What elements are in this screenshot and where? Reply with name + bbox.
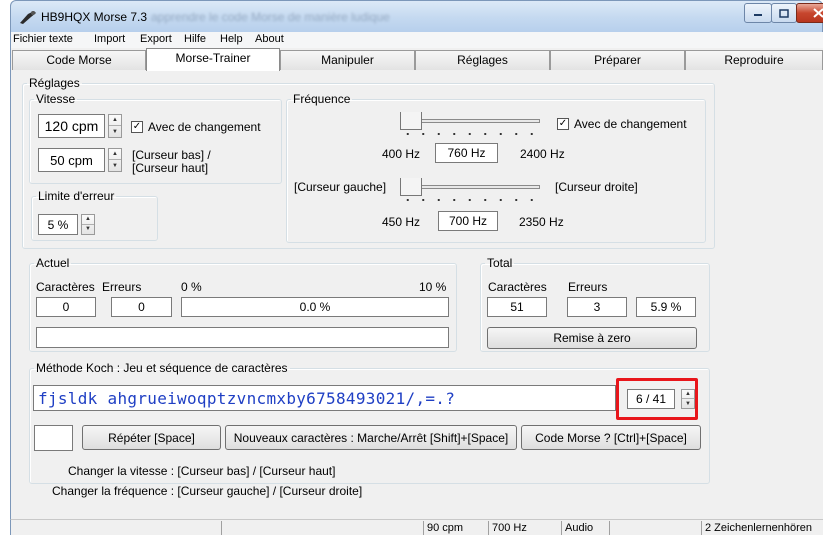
close-icon: [812, 8, 823, 18]
error-limit-input[interactable]: 5 %: [38, 214, 78, 235]
close-button[interactable]: [796, 3, 823, 23]
frequence-title: Fréquence: [293, 92, 351, 106]
status-cpm: 90 cpm: [423, 521, 488, 535]
actuel-erreurs-label: Erreurs: [102, 280, 142, 294]
freq2-value: 700 Hz: [438, 211, 498, 231]
actuel-input-line[interactable]: [36, 327, 449, 348]
tab-code-morse[interactable]: Code Morse: [12, 50, 146, 70]
speed-hint-line1: [Curseur bas] /: [132, 148, 211, 162]
cursor-left-label: [Curseur gauche]: [294, 180, 387, 194]
highlight-box: [616, 378, 698, 420]
freq-change-label: Avec de changement: [574, 117, 687, 131]
tab-reproduire[interactable]: Reproduire: [685, 50, 823, 70]
spin-down-icon[interactable]: ▼: [109, 126, 121, 137]
actuel-caracteres-label: Caractères: [36, 280, 95, 294]
spin-up-icon[interactable]: ▲: [82, 215, 94, 225]
total-caracteres-value: 51: [487, 297, 547, 317]
status-audio: Audio: [561, 521, 609, 535]
repeat-button[interactable]: Répéter [Space]: [82, 425, 221, 450]
actuel-erreurs-value: 0: [111, 297, 172, 317]
speed-spinner[interactable]: ▲ ▼: [108, 114, 122, 138]
vitesse-title: Vitesse: [36, 92, 76, 106]
error-limit-spinner[interactable]: ▲ ▼: [81, 214, 95, 235]
koch-sequence-field[interactable]: fjsldk ahgrueiwoqptzvncmxby6758493021/,=…: [33, 385, 616, 411]
menu-help[interactable]: Help: [220, 33, 243, 45]
actuel-pct-min: 0 %: [181, 280, 202, 294]
freq-change-hint: Changer la fréquence : [Curseur gauche] …: [52, 484, 363, 498]
morse-key-icon: [20, 11, 36, 24]
status-cell-empty: [221, 521, 421, 535]
total-title: Total: [487, 256, 513, 270]
window-ghost-title: apprendre le code Morse de manière ludiq…: [151, 10, 390, 24]
freq1-min-label: 400 Hz: [382, 147, 421, 161]
koch-title: Méthode Koch : Jeu et séquence de caract…: [36, 361, 288, 375]
menu-fichier-texte[interactable]: Fichier texte: [13, 33, 73, 45]
freq2-min-label: 450 Hz: [382, 215, 421, 229]
frequency-slider-thumb[interactable]: [400, 112, 422, 130]
spin-up-icon[interactable]: ▲: [109, 115, 121, 126]
speed-change-checkbox[interactable]: ✓: [131, 121, 143, 133]
new-chars-button[interactable]: Nouveaux caractères : Marche/Arrêt [Shif…: [225, 425, 517, 450]
total-caracteres-label: Caractères: [488, 280, 547, 294]
speed-change-hint: Changer la vitesse : [Curseur bas] / [Cu…: [68, 464, 336, 478]
frequency-slider-ticks: [400, 132, 540, 136]
status-hz: 700 Hz: [488, 521, 560, 535]
title-bar: HB9HQX Morse 7.3 apprendre le code Morse…: [10, 0, 823, 32]
freq1-value: 760 Hz: [435, 143, 498, 163]
frequency-slider-2-thumb[interactable]: [400, 178, 422, 196]
tab-manipuler[interactable]: Manipuler: [280, 50, 415, 70]
total-erreurs-label: Erreurs: [568, 280, 608, 294]
cursor-right-label: [Curseur droite]: [555, 180, 638, 194]
menu-import[interactable]: Import: [94, 33, 125, 45]
spin-up-icon[interactable]: ▲: [109, 149, 121, 160]
morse-help-button[interactable]: Code Morse ? [Ctrl]+[Space]: [521, 425, 701, 450]
reglages-title: Réglages: [29, 76, 80, 90]
maximize-icon: [779, 8, 789, 18]
total-pct-value: 5.9 %: [636, 297, 696, 317]
status-bar: 90 cpm 700 Hz Audio 2 Zeichenlernenhören: [10, 519, 823, 535]
menu-bar: Fichier texte Import Export Hilfe Help A…: [10, 32, 823, 48]
tab-reglages[interactable]: Réglages: [415, 50, 550, 70]
frequency-slider-2-ticks: [400, 198, 540, 202]
status-mode: 2 Zeichenlernenhören: [701, 521, 823, 535]
status-cell-blank: [609, 521, 701, 535]
main-panel: Réglages Vitesse 120 cpm ▲ ▼ ✓ Avec de c…: [10, 71, 823, 519]
minimize-button[interactable]: [744, 3, 772, 23]
actuel-title: Actuel: [36, 256, 70, 270]
spin-down-icon[interactable]: ▼: [82, 225, 94, 235]
freq2-max-label: 2350 Hz: [519, 215, 564, 229]
tab-preparer[interactable]: Préparer: [550, 50, 685, 70]
char-input-box[interactable]: [34, 425, 73, 451]
actuel-pct-max: 10 %: [419, 280, 447, 294]
reset-button[interactable]: Remise à zero: [487, 327, 697, 349]
menu-hilfe[interactable]: Hilfe: [184, 33, 206, 45]
actuel-caracteres-value: 0: [36, 297, 96, 317]
frequency-slider-2[interactable]: [400, 178, 540, 204]
tab-morse-trainer[interactable]: Morse-Trainer: [146, 48, 280, 71]
speed-second-spinner[interactable]: ▲ ▼: [108, 148, 122, 172]
freq-change-checkbox[interactable]: ✓: [557, 118, 569, 130]
speed-second-input[interactable]: 50 cpm: [38, 148, 105, 172]
speed-change-label: Avec de changement: [148, 120, 261, 134]
total-erreurs-value: 3: [567, 297, 627, 317]
window-title: HB9HQX Morse 7.3: [41, 10, 148, 24]
limite-title: Limite d'erreur: [38, 189, 115, 203]
minimize-icon: [754, 14, 762, 16]
freq1-max-label: 2400 Hz: [520, 147, 565, 161]
tab-bar: Code Morse Morse-Trainer Manipuler Régla…: [10, 48, 823, 71]
frequency-slider[interactable]: [400, 112, 540, 138]
speed-hint-line2: [Curseur haut]: [132, 161, 209, 175]
maximize-button[interactable]: [771, 3, 797, 23]
actuel-progress-bar: 0.0 %: [181, 297, 449, 317]
menu-about[interactable]: About: [255, 33, 284, 45]
spin-down-icon[interactable]: ▼: [109, 160, 121, 171]
speed-input[interactable]: 120 cpm: [38, 114, 105, 138]
menu-export[interactable]: Export: [140, 33, 172, 45]
